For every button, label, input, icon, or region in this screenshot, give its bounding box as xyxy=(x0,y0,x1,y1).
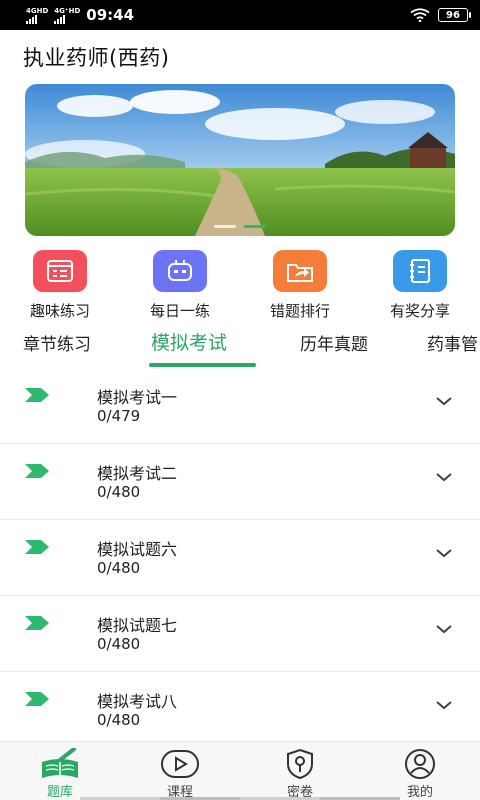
share-folder-icon xyxy=(273,250,327,292)
exam-title: 模拟试题七 xyxy=(97,616,178,635)
tab-pharmacy-admin[interactable]: 药事管 xyxy=(427,330,478,355)
exam-progress: 0/480 xyxy=(97,711,141,729)
battery-level: 96 xyxy=(446,9,460,21)
exam-title: 模拟考试八 xyxy=(97,692,178,711)
notebook-icon xyxy=(393,250,447,292)
landscape-image xyxy=(25,84,455,236)
battery-indicator: 96 xyxy=(438,8,471,22)
chevron-down-icon[interactable] xyxy=(436,700,452,710)
carousel-dot-active[interactable] xyxy=(244,225,266,228)
nav-question-bank[interactable]: 题库 xyxy=(0,742,120,800)
quick-action-wrong-ranking[interactable]: 错题排行 xyxy=(245,250,355,321)
nav-profile[interactable]: 我的 xyxy=(360,742,480,800)
quick-action-label: 趣味练习 xyxy=(29,302,90,320)
nav-secret-papers[interactable]: 密卷 xyxy=(240,742,360,800)
green-flag-icon xyxy=(25,388,49,402)
quick-action-daily-practice[interactable]: 每日一练 xyxy=(125,250,235,321)
green-flag-icon xyxy=(25,464,49,478)
exam-title: 模拟试题六 xyxy=(97,540,178,559)
exam-progress: 0/479 xyxy=(97,407,141,425)
exam-list-item[interactable]: 模拟试题七 0/480 xyxy=(0,596,480,672)
books-icon xyxy=(40,748,80,780)
exam-progress: 0/480 xyxy=(97,483,141,501)
bottom-navigation: 题库 课程 密卷 我的 xyxy=(0,741,480,800)
exam-list-item[interactable]: 模拟考试八 0/480 xyxy=(0,672,480,748)
exam-list: 模拟考试一 0/479 模拟考试二 0/480 模拟试题六 0/480 模拟试题… xyxy=(0,368,480,748)
network-type-1: 4GHD xyxy=(26,6,49,15)
quick-actions: 趣味练习 每日一练 错题排行 有奖分享 xyxy=(0,250,480,320)
chevron-down-icon[interactable] xyxy=(436,396,452,406)
robot-icon xyxy=(153,250,207,292)
quick-action-label: 有奖分享 xyxy=(389,302,450,320)
green-flag-icon xyxy=(25,616,49,630)
category-tabs: 章节练习 模拟考试 历年真题 药事管 xyxy=(0,322,480,368)
quick-action-label: 错题排行 xyxy=(269,302,330,320)
user-icon xyxy=(403,748,437,780)
green-flag-icon xyxy=(25,540,49,554)
clock: 09:44 xyxy=(86,6,135,24)
carousel-indicator xyxy=(25,225,455,228)
tab-mock-exam[interactable]: 模拟考试 xyxy=(151,328,227,355)
exam-progress: 0/480 xyxy=(97,559,141,577)
quick-action-reward-share[interactable]: 有奖分享 xyxy=(365,250,475,321)
quick-action-fun-practice[interactable]: 趣味练习 xyxy=(5,250,115,321)
exam-progress: 0/480 xyxy=(97,635,141,653)
exam-list-item[interactable]: 模拟考试一 0/479 xyxy=(0,368,480,444)
quiz-icon xyxy=(33,250,87,292)
tab-chapter-practice[interactable]: 章节练习 xyxy=(23,330,91,355)
green-flag-icon xyxy=(25,692,49,706)
banner-carousel[interactable] xyxy=(25,84,455,236)
active-tab-indicator xyxy=(149,363,256,367)
network-type-2: 4G⁺HD xyxy=(54,6,81,15)
carousel-dot[interactable] xyxy=(214,225,236,228)
cellular-signal-2-icon: 4G⁺HD xyxy=(54,7,80,24)
status-bar: 4GHD 4G⁺HD 09:44 96 xyxy=(0,0,480,30)
exam-list-item[interactable]: 模拟考试二 0/480 xyxy=(0,444,480,520)
exam-title: 模拟考试二 xyxy=(97,464,178,483)
quick-action-label: 每日一练 xyxy=(149,302,210,320)
tab-past-exams[interactable]: 历年真题 xyxy=(300,330,368,355)
page-title: 执业药师(西药) xyxy=(23,46,170,70)
shield-key-icon xyxy=(285,748,315,780)
chevron-down-icon[interactable] xyxy=(436,548,452,558)
play-icon xyxy=(160,748,200,780)
nav-courses[interactable]: 课程 xyxy=(120,742,240,800)
exam-title: 模拟考试一 xyxy=(97,388,178,407)
cellular-signal-1-icon: 4GHD xyxy=(26,7,48,24)
chevron-down-icon[interactable] xyxy=(436,624,452,634)
wifi-icon xyxy=(410,8,430,22)
chevron-down-icon[interactable] xyxy=(436,472,452,482)
exam-list-item[interactable]: 模拟试题六 0/480 xyxy=(0,520,480,596)
